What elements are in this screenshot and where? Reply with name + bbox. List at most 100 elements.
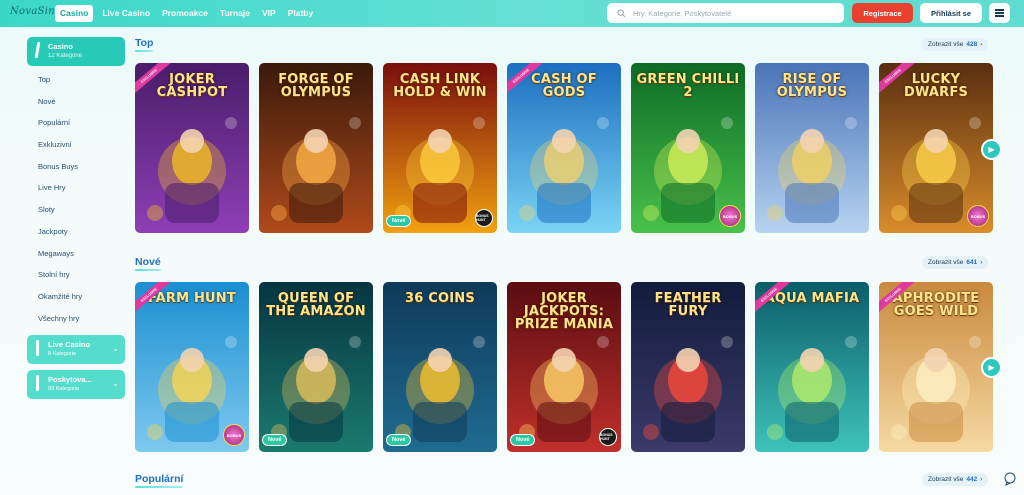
game-title: Joker Jackpots: Prize Mania: [514, 291, 614, 332]
nav-live-casino[interactable]: Live Casino: [99, 5, 153, 22]
game-tile[interactable]: Joker Cashpot EXCLUSIVE: [135, 63, 249, 233]
game-artwork: [767, 336, 857, 442]
sidebar-casino-title: Casino: [48, 42, 74, 51]
play-arrow-icon: ▶: [988, 145, 995, 154]
game-artwork: [395, 336, 485, 442]
chat-support-icon[interactable]: [1003, 472, 1017, 486]
sidebar-item[interactable]: Populární: [27, 112, 125, 134]
sidebar-item[interactable]: Top: [27, 69, 125, 91]
bonus-badge: BONUS: [967, 205, 989, 227]
sidebar-casino-subtitle: 12 Kategorie: [48, 53, 83, 59]
game-tile[interactable]: Cash Link Hold & Win Nové BONUS HUNT: [383, 63, 497, 233]
game-tile[interactable]: Farm Hunt EXCLUSIVE BONUS: [135, 282, 249, 452]
slash-icon: [36, 340, 39, 357]
games-row-top: Joker Cashpot EXCLUSIVE Forge of Olympus Ca…: [135, 63, 993, 233]
game-tile[interactable]: Queen of the Amazon Nové: [259, 282, 373, 452]
game-tile[interactable]: Feather Fury: [631, 282, 745, 452]
menu-button[interactable]: [989, 3, 1010, 23]
section-title-new: Nové: [135, 256, 161, 271]
category-sidebar: Casino 12 Kategorie Top Nové Populární Exkl…: [27, 37, 125, 400]
game-title: Queen of the Amazon: [266, 291, 366, 319]
bonus-hunt-badge: BONUS HUNT: [475, 209, 493, 227]
new-badge: Nové: [386, 434, 412, 446]
game-tile[interactable]: Aphrodite Goes Wild EXCLUSIVE: [879, 282, 993, 452]
new-badge: Nové: [386, 215, 412, 227]
chevron-down-icon: ⌄: [112, 344, 119, 354]
hamburger-icon: [995, 12, 1004, 14]
game-tile[interactable]: Cash of Gods EXCLUSIVE: [507, 63, 621, 233]
game-title: Forge of Olympus: [278, 72, 354, 100]
section-title-popular: Populární: [135, 473, 184, 488]
search-input[interactable]: [633, 8, 833, 18]
show-all-top-button[interactable]: Zobrazit vše 428 ›: [922, 38, 989, 51]
game-title: Rise of Olympus: [776, 72, 848, 100]
sidebar-item[interactable]: Live Hry: [27, 177, 125, 199]
nav-payments[interactable]: Platby: [285, 5, 317, 22]
bonus-hunt-badge: BONUS HUNT: [599, 428, 617, 446]
game-title: Cash of Gods: [531, 72, 597, 100]
sidebar-group-live-casino[interactable]: Live Casino 8 Kategorie ⌄: [27, 335, 125, 365]
register-button[interactable]: Registrace: [852, 3, 913, 23]
game-title: Cash Link Hold & Win: [393, 72, 487, 100]
game-title: Lucky Dwarfs: [903, 72, 969, 100]
brand-logo[interactable]: NovaSin: [10, 6, 55, 17]
game-tile[interactable]: Green Chilli 2 BONUS: [631, 63, 745, 233]
game-tile[interactable]: Lucky Dwarfs EXCLUSIVE BONUS: [879, 63, 993, 233]
sidebar-item[interactable]: Sloty: [27, 199, 125, 221]
sidebar-item[interactable]: Exkluzivní: [27, 134, 125, 156]
game-title: Aphrodite Goes Wild: [892, 291, 980, 319]
sidebar-list: Top Nové Populární Exkluzivní Bonus Buys Live…: [27, 69, 125, 329]
game-title: Joker Cashpot: [156, 72, 228, 100]
slash-icon: [36, 375, 39, 392]
top-header: NovaSin Casino Live Casino Promoakce Tur…: [0, 0, 1024, 27]
login-button[interactable]: Přihlásit se: [920, 3, 982, 23]
slash-icon: [34, 42, 41, 58]
game-tile[interactable]: Rise of Olympus: [755, 63, 869, 233]
search-bar[interactable]: [607, 3, 844, 23]
sidebar-item[interactable]: Bonus Buys: [27, 156, 125, 178]
game-tile[interactable]: Aqua Mafia EXCLUSIVE: [755, 282, 869, 452]
sidebar-group-title: Live Casino: [48, 340, 91, 350]
show-all-count: 428: [966, 41, 978, 48]
sidebar-item[interactable]: Všechny hry: [27, 308, 125, 330]
show-all-label: Zobrazit vše: [928, 476, 964, 483]
sidebar-casino-active[interactable]: Casino 12 Kategorie: [27, 37, 125, 66]
sidebar-item[interactable]: Megaways: [27, 243, 125, 265]
main-nav: Casino Live Casino Promoakce Turnaje VIP…: [55, 5, 316, 22]
sidebar-item[interactable]: Nové: [27, 91, 125, 113]
game-title: Feather Fury: [654, 291, 722, 319]
games-row-new: Farm Hunt EXCLUSIVE BONUS Queen of the Amaz…: [135, 282, 993, 452]
nav-promotions[interactable]: Promoakce: [159, 5, 211, 22]
show-all-count: 442: [966, 476, 978, 483]
new-badge: Nové: [510, 434, 536, 446]
show-all-new-button[interactable]: Zobrazit vše 641 ›: [922, 256, 989, 269]
scroll-next-new-button[interactable]: ▶: [981, 357, 1002, 378]
nav-tournaments[interactable]: Turnaje: [217, 5, 253, 22]
play-arrow-icon: ▶: [988, 363, 995, 372]
bonus-badge: BONUS: [719, 205, 741, 227]
sidebar-group-title: Poskytova...: [48, 375, 92, 385]
sidebar-item[interactable]: Jackpoty: [27, 221, 125, 243]
section-title-top: Top: [135, 37, 154, 52]
sidebar-item[interactable]: Okamžité hry: [27, 286, 125, 308]
show-all-label: Zobrazit vše: [928, 41, 964, 48]
bonus-badge: BONUS: [223, 424, 245, 446]
nav-vip[interactable]: VIP: [259, 5, 279, 22]
game-title: Green Chilli 2: [636, 72, 740, 100]
game-title: 36 Coins: [405, 291, 475, 306]
chevron-right-icon: ›: [980, 259, 983, 266]
chevron-right-icon: ›: [980, 476, 983, 483]
scroll-next-top-button[interactable]: ▶: [981, 139, 1002, 160]
new-badge: Nové: [262, 434, 288, 446]
game-tile[interactable]: Joker Jackpots: Prize Mania Nové BONUS HUN…: [507, 282, 621, 452]
game-tile[interactable]: Forge of Olympus: [259, 63, 373, 233]
nav-casino[interactable]: Casino: [55, 5, 94, 22]
show-all-label: Zobrazit vše: [928, 259, 964, 266]
chevron-right-icon: ›: [980, 41, 983, 48]
sidebar-group-providers[interactable]: Poskytova... 93 Kategorie ⌄: [27, 370, 125, 400]
game-tile[interactable]: 36 Coins Nové: [383, 282, 497, 452]
sidebar-item[interactable]: Stolní hry: [27, 264, 125, 286]
chevron-down-icon: ⌄: [112, 379, 119, 389]
show-all-popular-button[interactable]: Zobrazit vše 442 ›: [922, 473, 989, 486]
show-all-count: 641: [966, 259, 978, 266]
